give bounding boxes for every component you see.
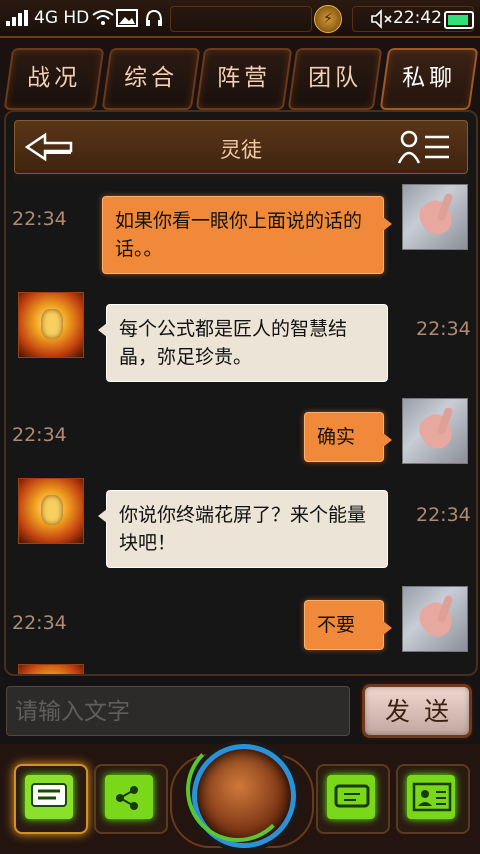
image-icon xyxy=(116,9,138,31)
signal-icon xyxy=(6,10,30,26)
message-time: 22:34 xyxy=(12,208,67,230)
contact-avatar[interactable] xyxy=(18,664,84,674)
contacts-list-icon[interactable] xyxy=(397,129,451,165)
message-bubble-outgoing[interactable]: 如果你看一眼你上面说的话的话。。 xyxy=(102,196,392,274)
status-bar: 4G HD ⚡ 22:42 xyxy=(0,0,480,38)
contact-avatar[interactable] xyxy=(18,478,84,544)
headset-icon xyxy=(144,9,164,33)
message-bubble-outgoing[interactable]: 不要 xyxy=(304,600,392,650)
game-logo-icon: ⚡ xyxy=(314,5,342,33)
message-bubble-outgoing[interactable]: 确实 xyxy=(304,412,392,462)
mute-icon xyxy=(370,9,394,33)
chat-header: 灵徒 xyxy=(14,120,468,174)
message-bubble-incoming[interactable]: 你说你终端花屏了？来个能量块吧！ xyxy=(98,490,388,568)
message-time: 22:34 xyxy=(12,424,67,446)
tab-label: 综合 xyxy=(124,65,179,91)
network-label: 4G HD xyxy=(34,8,90,28)
message-input[interactable]: 请输入文字 xyxy=(6,686,350,736)
orb-ring xyxy=(186,738,290,842)
tab-label: 私聊 xyxy=(402,65,457,91)
tab-general[interactable]: 综合 xyxy=(101,48,201,110)
scroll-fade xyxy=(14,174,468,182)
profile-card-icon[interactable] xyxy=(396,764,470,834)
message-bubble-incoming[interactable]: 每个公式都是匠人的智慧结晶，弥足珍贵。 xyxy=(98,304,388,382)
chat-icon[interactable] xyxy=(14,764,88,834)
my-avatar[interactable] xyxy=(402,184,468,250)
tab-label: 团队 xyxy=(308,65,363,91)
battery-icon xyxy=(444,11,474,29)
tab-label: 阵营 xyxy=(217,65,272,91)
tab-faction[interactable]: 阵营 xyxy=(195,48,293,110)
contact-avatar[interactable] xyxy=(18,292,84,358)
tab-label: 战况 xyxy=(27,65,82,91)
my-avatar[interactable] xyxy=(402,398,468,464)
bottom-nav xyxy=(0,738,480,854)
message-time: 22:34 xyxy=(12,612,67,634)
channel-tabs: 战况 综合 阵营 团队 私聊 xyxy=(0,38,480,114)
tab-battle-report[interactable]: 战况 xyxy=(3,48,105,110)
message-time: 22:34 xyxy=(416,318,471,340)
share-icon[interactable] xyxy=(94,764,168,834)
tab-private-chat[interactable]: 私聊 xyxy=(379,48,479,110)
computer-icon[interactable] xyxy=(316,764,390,834)
status-decoration xyxy=(170,6,312,32)
wifi-icon xyxy=(92,9,114,31)
send-button[interactable]: 发送 xyxy=(362,684,472,738)
message-time: 22:34 xyxy=(416,504,471,526)
clock: 22:42 xyxy=(393,8,442,28)
tab-team[interactable]: 团队 xyxy=(287,48,383,110)
my-avatar[interactable] xyxy=(402,586,468,652)
chat-panel: 灵徒 22:34 如果你看一眼你上面说的话的话。。 每个公式都是匠人的智慧结晶，… xyxy=(4,110,478,676)
